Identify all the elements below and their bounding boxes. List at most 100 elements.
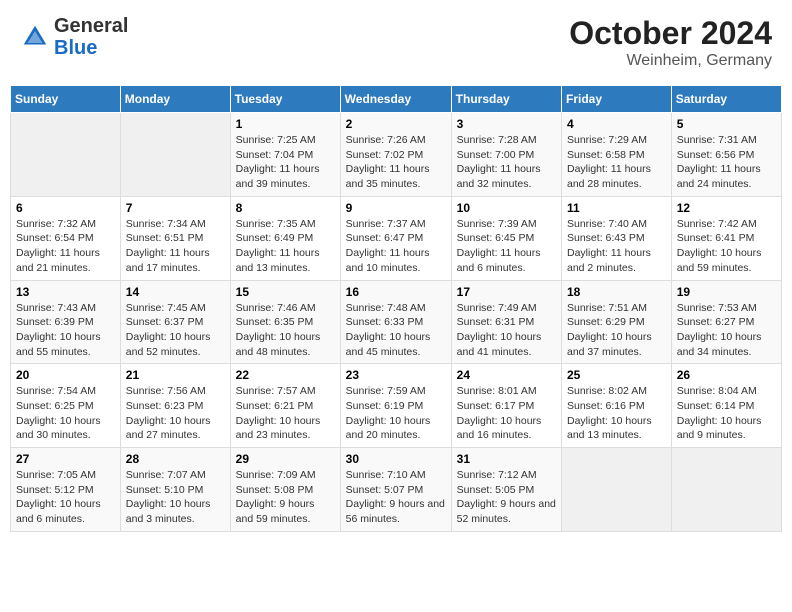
calendar-week-1: 1 Sunrise: 7:25 AMSunset: 7:04 PMDaylight… [11, 113, 782, 197]
logo: General Blue [20, 15, 128, 59]
calendar-cell: 26Sunrise: 8:04 AMSunset: 6:14 PMDayligh… [671, 364, 781, 448]
calendar-cell: 21Sunrise: 7:56 AMSunset: 6:23 PMDayligh… [120, 364, 230, 448]
day-number: 29 [236, 452, 335, 466]
calendar-cell: 24 Sunrise: 8:01 AMSunset: 6:17 PMDayligh… [451, 364, 561, 448]
calendar-cell: 27Sunrise: 7:05 AMSunset: 5:12 PMDayligh… [11, 448, 121, 532]
day-info: Sunrise: 7:59 AMSunset: 6:19 PMDaylight:… [346, 384, 446, 443]
calendar-cell: 6 Sunrise: 7:32 AMSunset: 6:54 PMDaylight… [11, 196, 121, 280]
calendar-cell: 22Sunrise: 7:57 AMSunset: 6:21 PMDayligh… [230, 364, 340, 448]
calendar-cell: 13 Sunrise: 7:43 AMSunset: 6:39 PMDayligh… [11, 280, 121, 364]
day-number: 1 [236, 117, 335, 131]
day-number: 6 [16, 201, 115, 215]
calendar-cell [11, 113, 121, 197]
calendar-cell: 3 Sunrise: 7:28 AMSunset: 7:00 PMDaylight… [451, 113, 561, 197]
day-number: 24 [457, 368, 556, 382]
calendar-cell: 1 Sunrise: 7:25 AMSunset: 7:04 PMDaylight… [230, 113, 340, 197]
calendar-cell: 11 Sunrise: 7:40 AMSunset: 6:43 PMDayligh… [562, 196, 672, 280]
calendar-cell: 4 Sunrise: 7:29 AMSunset: 6:58 PMDaylight… [562, 113, 672, 197]
calendar-cell: 15 Sunrise: 7:46 AMSunset: 6:35 PMDayligh… [230, 280, 340, 364]
day-info: Sunrise: 7:26 AMSunset: 7:02 PMDaylight:… [346, 133, 446, 192]
calendar-cell: 17 Sunrise: 7:49 AMSunset: 6:31 PMDayligh… [451, 280, 561, 364]
calendar-cell: 30Sunrise: 7:10 AMSunset: 5:07 PMDayligh… [340, 448, 451, 532]
day-info: Sunrise: 7:37 AMSunset: 6:47 PMDaylight:… [346, 217, 446, 276]
day-number: 16 [346, 285, 446, 299]
month-year-heading: October 2024 [569, 15, 772, 52]
day-info: Sunrise: 7:46 AMSunset: 6:35 PMDaylight:… [236, 301, 335, 360]
day-info: Sunrise: 7:25 AMSunset: 7:04 PMDaylight:… [236, 133, 335, 192]
day-number: 25 [567, 368, 666, 382]
day-info: Sunrise: 7:51 AMSunset: 6:29 PMDaylight:… [567, 301, 666, 360]
day-info: Sunrise: 7:53 AMSunset: 6:27 PMDaylight:… [677, 301, 776, 360]
day-info: Sunrise: 8:02 AMSunset: 6:16 PMDaylight:… [567, 384, 666, 443]
calendar-cell: 20 Sunrise: 7:54 AMSunset: 6:25 PMDayligh… [11, 364, 121, 448]
calendar-cell: 28 Sunrise: 7:07 AMSunset: 5:10 PMDayligh… [120, 448, 230, 532]
weekday-header-thursday: Thursday [451, 86, 561, 113]
weekday-row: SundayMondayTuesdayWednesdayThursdayFrid… [11, 86, 782, 113]
weekday-header-sunday: Sunday [11, 86, 121, 113]
day-info: Sunrise: 7:56 AMSunset: 6:23 PMDaylight:… [126, 384, 225, 443]
calendar-cell: 23 Sunrise: 7:59 AMSunset: 6:19 PMDayligh… [340, 364, 451, 448]
day-number: 5 [677, 117, 776, 131]
day-number: 14 [126, 285, 225, 299]
month-title-block: October 2024 Weinheim, Germany [569, 15, 772, 70]
calendar-cell: 7 Sunrise: 7:34 AMSunset: 6:51 PMDaylight… [120, 196, 230, 280]
day-number: 11 [567, 201, 666, 215]
day-info: Sunrise: 7:34 AMSunset: 6:51 PMDaylight:… [126, 217, 225, 276]
day-info: Sunrise: 7:49 AMSunset: 6:31 PMDaylight:… [457, 301, 556, 360]
day-number: 27 [16, 452, 115, 466]
weekday-header-wednesday: Wednesday [340, 86, 451, 113]
weekday-header-monday: Monday [120, 86, 230, 113]
calendar-cell: 10Sunrise: 7:39 AMSunset: 6:45 PMDayligh… [451, 196, 561, 280]
day-info: Sunrise: 7:43 AMSunset: 6:39 PMDaylight:… [16, 301, 115, 360]
calendar-week-4: 20 Sunrise: 7:54 AMSunset: 6:25 PMDayligh… [11, 364, 782, 448]
day-info: Sunrise: 7:28 AMSunset: 7:00 PMDaylight:… [457, 133, 556, 192]
day-info: Sunrise: 7:29 AMSunset: 6:58 PMDaylight:… [567, 133, 666, 192]
day-number: 13 [16, 285, 115, 299]
page-header: General Blue October 2024 Weinheim, Germ… [10, 10, 782, 75]
day-number: 12 [677, 201, 776, 215]
day-number: 17 [457, 285, 556, 299]
day-info: Sunrise: 7:39 AMSunset: 6:45 PMDaylight:… [457, 217, 556, 276]
calendar-cell: 12 Sunrise: 7:42 AMSunset: 6:41 PMDayligh… [671, 196, 781, 280]
day-info: Sunrise: 7:31 AMSunset: 6:56 PMDaylight:… [677, 133, 776, 192]
calendar-cell [671, 448, 781, 532]
day-info: Sunrise: 7:09 AMSunset: 5:08 PMDaylight:… [236, 468, 335, 527]
weekday-header-friday: Friday [562, 86, 672, 113]
calendar-body: 1 Sunrise: 7:25 AMSunset: 7:04 PMDaylight… [11, 113, 782, 532]
day-info: Sunrise: 7:45 AMSunset: 6:37 PMDaylight:… [126, 301, 225, 360]
calendar-week-2: 6 Sunrise: 7:32 AMSunset: 6:54 PMDaylight… [11, 196, 782, 280]
calendar-cell: 8Sunrise: 7:35 AMSunset: 6:49 PMDaylight… [230, 196, 340, 280]
day-number: 2 [346, 117, 446, 131]
day-info: Sunrise: 7:12 AMSunset: 5:05 PMDaylight:… [457, 468, 556, 527]
day-info: Sunrise: 7:35 AMSunset: 6:49 PMDaylight:… [236, 217, 335, 276]
calendar-cell: 16Sunrise: 7:48 AMSunset: 6:33 PMDayligh… [340, 280, 451, 364]
day-number: 31 [457, 452, 556, 466]
day-number: 18 [567, 285, 666, 299]
day-number: 7 [126, 201, 225, 215]
calendar-cell [562, 448, 672, 532]
calendar-cell [120, 113, 230, 197]
day-info: Sunrise: 8:01 AMSunset: 6:17 PMDaylight:… [457, 384, 556, 443]
day-number: 15 [236, 285, 335, 299]
day-info: Sunrise: 7:40 AMSunset: 6:43 PMDaylight:… [567, 217, 666, 276]
day-info: Sunrise: 7:32 AMSunset: 6:54 PMDaylight:… [16, 217, 115, 276]
weekday-header-tuesday: Tuesday [230, 86, 340, 113]
day-number: 23 [346, 368, 446, 382]
calendar-cell: 31 Sunrise: 7:12 AMSunset: 5:05 PMDayligh… [451, 448, 561, 532]
logo-blue-text: Blue [54, 37, 97, 59]
day-info: Sunrise: 7:07 AMSunset: 5:10 PMDaylight:… [126, 468, 225, 527]
calendar-cell: 18 Sunrise: 7:51 AMSunset: 6:29 PMDayligh… [562, 280, 672, 364]
day-info: Sunrise: 7:54 AMSunset: 6:25 PMDaylight:… [16, 384, 115, 443]
day-number: 4 [567, 117, 666, 131]
day-info: Sunrise: 7:10 AMSunset: 5:07 PMDaylight:… [346, 468, 446, 527]
logo-general-text: General [54, 15, 128, 37]
day-number: 26 [677, 368, 776, 382]
calendar-week-5: 27Sunrise: 7:05 AMSunset: 5:12 PMDayligh… [11, 448, 782, 532]
day-number: 28 [126, 452, 225, 466]
day-number: 3 [457, 117, 556, 131]
location-heading: Weinheim, Germany [569, 52, 772, 70]
calendar-cell: 19Sunrise: 7:53 AMSunset: 6:27 PMDayligh… [671, 280, 781, 364]
day-info: Sunrise: 7:42 AMSunset: 6:41 PMDaylight:… [677, 217, 776, 276]
day-number: 20 [16, 368, 115, 382]
calendar-cell: 2 Sunrise: 7:26 AMSunset: 7:02 PMDaylight… [340, 113, 451, 197]
